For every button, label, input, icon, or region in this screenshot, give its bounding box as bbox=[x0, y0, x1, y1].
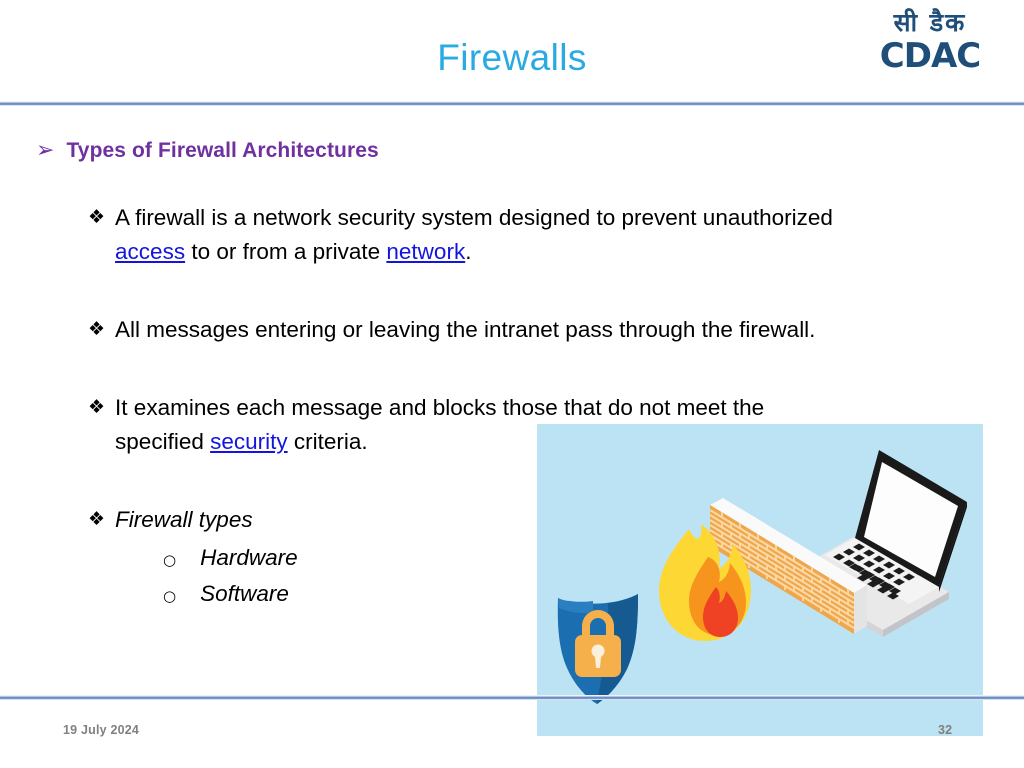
cdac-logo: सी डैक CDAC bbox=[872, 8, 988, 84]
sub-list-item: ○ Hardware bbox=[163, 541, 298, 577]
page-title: Firewalls bbox=[437, 37, 587, 78]
arrow-bullet-icon: ➢ bbox=[36, 138, 55, 163]
firewall-illustration-svg bbox=[537, 424, 983, 736]
slide-number: 32 bbox=[938, 723, 953, 737]
text-run: criteria. bbox=[287, 429, 368, 454]
list-item: ❖ A firewall is a network security syste… bbox=[88, 201, 978, 269]
sub-bullet-list: ○ Hardware ○ Software bbox=[163, 541, 298, 613]
diamond-bullet-icon: ❖ bbox=[88, 206, 106, 228]
list-item: ❖ All messages entering or leaving the i… bbox=[88, 313, 978, 347]
sub-list-item: ○ Software bbox=[163, 577, 298, 613]
section-heading: ➢ Types of Firewall Architectures bbox=[36, 138, 379, 164]
diamond-bullet-icon: ❖ bbox=[88, 508, 106, 530]
sub-list-item-label-software: Software bbox=[200, 581, 289, 606]
bullet-text-definition: A firewall is a network security system … bbox=[115, 201, 875, 269]
hyperlink-access[interactable]: access bbox=[115, 239, 185, 264]
text-run: to or from a private bbox=[185, 239, 387, 264]
diamond-bullet-icon: ❖ bbox=[88, 396, 106, 418]
slide-header: Firewalls सी डैक CDAC bbox=[0, 0, 1024, 104]
footer-divider bbox=[0, 695, 1024, 700]
hyperlink-network[interactable]: network bbox=[386, 239, 465, 264]
sub-list-item-label-hardware: Hardware bbox=[200, 545, 298, 570]
section-heading-text: Types of Firewall Architectures bbox=[66, 139, 379, 162]
bullet-text-firewall-types: Firewall types bbox=[115, 503, 298, 537]
text-run: All messages entering or leaving the int… bbox=[115, 317, 816, 342]
bullet-text-all-messages: All messages entering or leaving the int… bbox=[115, 313, 815, 347]
cdac-logo-devanagari: सी डैक bbox=[893, 8, 967, 37]
circle-bullet-icon: ○ bbox=[163, 551, 177, 569]
firewall-illustration bbox=[537, 424, 983, 736]
footer-date: 19 July 2024 bbox=[63, 723, 140, 737]
cdac-logo-wordmark: CDAC bbox=[879, 36, 981, 76]
circle-bullet-icon: ○ bbox=[163, 587, 177, 605]
text-run: A firewall is a network security system … bbox=[115, 205, 833, 230]
diamond-bullet-icon: ❖ bbox=[88, 318, 106, 340]
text-run: Firewall types bbox=[115, 507, 253, 532]
text-run: . bbox=[465, 239, 472, 264]
hyperlink-security[interactable]: security bbox=[210, 429, 288, 454]
